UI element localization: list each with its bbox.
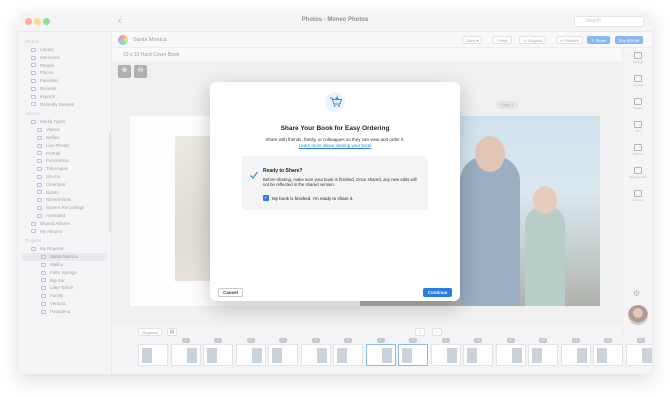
continue-button[interactable]: Continue (423, 288, 452, 297)
dialog-description: Share with friends, family, or colleague… (265, 137, 405, 142)
ready-description: Before sharing, make sure your book is f… (263, 177, 417, 188)
learn-more-link[interactable]: Learn more about sharing your book (210, 143, 460, 148)
book-finished-checkbox[interactable]: ✓ (263, 195, 269, 201)
share-dialog: Share Your Book for Easy Ordering Share … (210, 82, 460, 301)
cart-icon (325, 92, 345, 112)
cancel-button[interactable]: Cancel (218, 288, 243, 297)
dialog-title: Share Your Book for Easy Ordering (280, 125, 390, 132)
ready-title: Ready to Share? (263, 168, 303, 174)
ready-to-share-box: Ready to Share? Before sharing, make sur… (242, 156, 428, 210)
checkmark-icon (249, 167, 259, 185)
checkbox-label[interactable]: My book is finished. I'm ready to share … (272, 196, 353, 201)
